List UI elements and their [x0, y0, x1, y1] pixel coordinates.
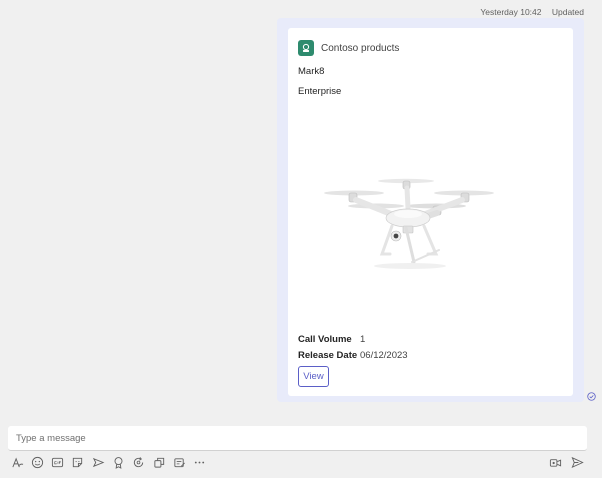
- message-input[interactable]: [8, 426, 587, 450]
- product-category: Enterprise: [298, 86, 342, 97]
- loop-icon[interactable]: [132, 455, 146, 469]
- sticker-icon[interactable]: [71, 455, 85, 469]
- app-name: Contoso products: [321, 42, 400, 54]
- fact-row: Call Volume 1: [298, 331, 408, 347]
- compose-toolbar: [10, 455, 213, 469]
- more-icon[interactable]: [193, 455, 207, 469]
- card-header: Contoso products: [298, 40, 399, 56]
- apps-icon[interactable]: [152, 455, 166, 469]
- format-icon[interactable]: [10, 455, 24, 469]
- fact-value: 1: [360, 333, 366, 345]
- fact-set: Call Volume 1 Release Date 06/12/2023: [298, 331, 408, 363]
- compose-box[interactable]: [8, 426, 587, 451]
- praise-icon[interactable]: [111, 455, 125, 469]
- message-status: Updated: [551, 7, 584, 17]
- dictate-icon[interactable]: [548, 455, 562, 469]
- compose-toolbar-right: [540, 455, 584, 469]
- gif-icon[interactable]: [51, 455, 65, 469]
- view-button[interactable]: View: [298, 366, 329, 387]
- send-icon[interactable]: [570, 455, 584, 469]
- message-meta: Yesterday 10:42 Updated: [480, 7, 584, 17]
- send-later-icon[interactable]: [91, 455, 105, 469]
- product-name: Mark8: [298, 66, 325, 77]
- adaptive-card: Contoso products Mark8 Enterprise Call V…: [288, 28, 573, 396]
- fact-title: Release Date: [298, 349, 358, 361]
- chat-area: Yesterday 10:42 Updated Contoso products…: [0, 0, 602, 420]
- emoji-icon[interactable]: [30, 455, 44, 469]
- fact-row: Release Date 06/12/2023: [298, 347, 408, 363]
- fact-value: 06/12/2023: [360, 349, 408, 361]
- message-timestamp: Yesterday 10:42: [480, 7, 542, 17]
- fact-title: Call Volume: [298, 333, 352, 345]
- notes-icon[interactable]: [172, 455, 186, 469]
- drone-image: [316, 168, 498, 278]
- app-icon: [298, 40, 314, 56]
- seen-check-icon: [587, 392, 596, 401]
